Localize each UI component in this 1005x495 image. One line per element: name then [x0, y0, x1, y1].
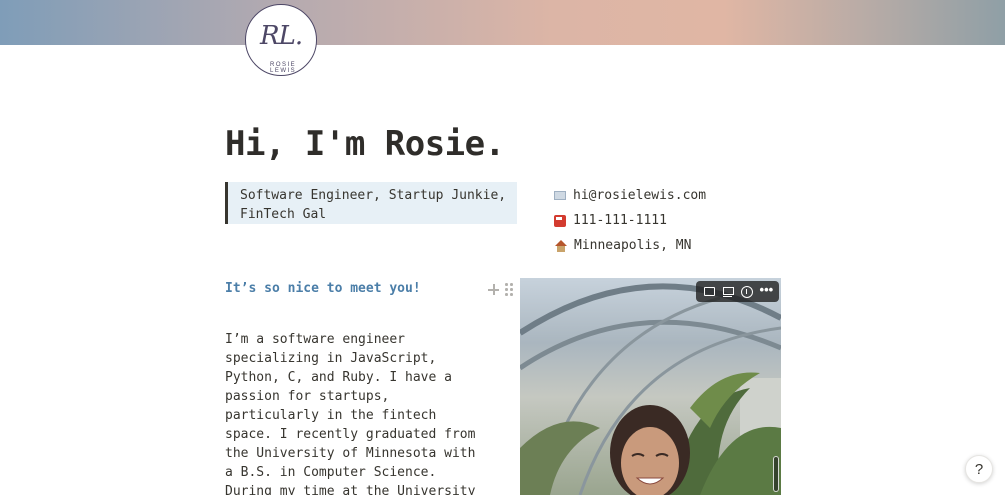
contact-list: hi@rosielewis.com 111-111-1111 Minneapol…: [554, 183, 706, 258]
profile-photo[interactable]: [520, 278, 781, 495]
contact-phone[interactable]: 111-111-1111: [554, 208, 706, 233]
page-title[interactable]: Hi, I'm Rosie.: [225, 124, 505, 164]
photo-illustration: [520, 283, 781, 495]
more-icon[interactable]: •••: [758, 283, 774, 300]
download-icon[interactable]: [739, 284, 755, 300]
logo-name: ROSIE LEWIS: [270, 62, 297, 74]
postbox-icon: [554, 191, 566, 200]
contact-location[interactable]: Minneapolis, MN: [554, 233, 706, 258]
add-block-plus-icon[interactable]: [488, 281, 500, 297]
page-icon-logo[interactable]: RL. ROSIE LEWIS: [245, 4, 317, 76]
quote-block[interactable]: Software Engineer, Startup Junkie, FinTe…: [225, 182, 517, 224]
location-text: Minneapolis, MN: [574, 238, 692, 253]
block-handle: [488, 281, 514, 297]
help-button[interactable]: ?: [965, 455, 993, 483]
contact-email[interactable]: hi@rosielewis.com: [554, 183, 706, 208]
cover-image[interactable]: [0, 0, 1005, 45]
quote-text: Software Engineer, Startup Junkie, FinTe…: [240, 188, 507, 222]
telephone-icon: [554, 214, 566, 227]
intro-paragraph[interactable]: I’m a software engineer specializing in …: [225, 330, 495, 495]
email-text: hi@rosielewis.com: [573, 188, 707, 203]
house-icon: [554, 239, 567, 252]
image-resize-handle[interactable]: [773, 456, 779, 492]
page: RL. ROSIE LEWIS Hi, I'm Rosie. Software …: [0, 0, 1005, 495]
image-toolbar: •••: [696, 281, 779, 302]
phone-text: 111-111-1111: [573, 213, 667, 228]
caption-icon[interactable]: [720, 284, 736, 300]
logo-monogram: RL.: [260, 21, 303, 51]
comment-icon[interactable]: [701, 284, 717, 300]
section-heading[interactable]: It’s so nice to meet you!: [225, 281, 421, 296]
drag-handle-icon[interactable]: [504, 281, 514, 297]
